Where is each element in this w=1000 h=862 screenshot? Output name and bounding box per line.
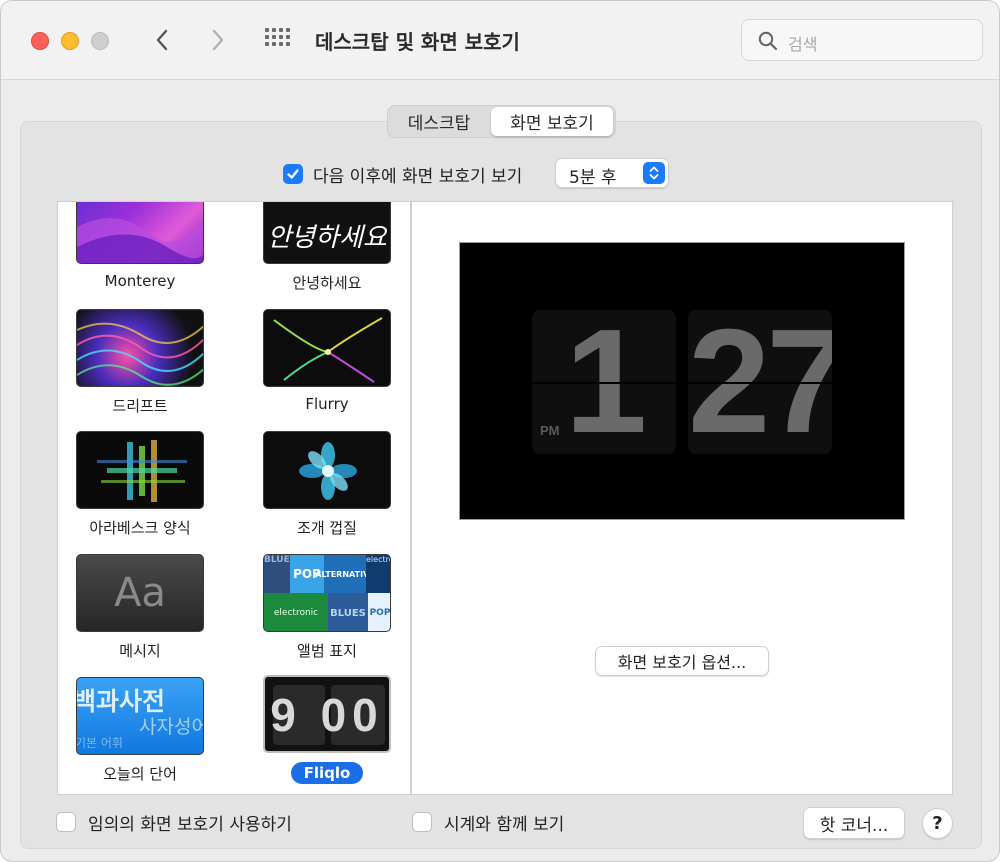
help-button[interactable]: ? (922, 808, 953, 839)
saver-label-fliqlo-selected: Fliqlo (291, 762, 363, 784)
tab-bar: 데스크탑 화면 보호기 (387, 105, 616, 138)
saver-label-arabesque: 아라베스크 양식 (89, 519, 191, 537)
tab-desktop[interactable]: 데스크탑 (388, 107, 490, 136)
hello-thumb-text: 안녕하세요 (267, 222, 387, 253)
back-button[interactable] (147, 25, 177, 55)
hot-corners-button[interactable]: 핫 코너... (803, 807, 905, 839)
preview-screen: 1 PM 27 (459, 242, 905, 520)
saver-label-monterey: Monterey (104, 272, 176, 290)
album-tile-blues-2: BLUES (328, 593, 368, 631)
show-after-checkbox[interactable] (283, 164, 303, 184)
delay-popup[interactable]: 5분 후 (555, 158, 669, 188)
album-thumbnail[interactable]: BLUES POP ALTERNATIVE electronic electro… (263, 554, 391, 632)
flip-hour-card: 1 PM (532, 310, 676, 454)
drift-thumbnail[interactable] (76, 309, 204, 387)
zoom-window-button[interactable] (91, 32, 109, 50)
chevron-left-icon (156, 29, 168, 51)
checkmark-icon (287, 169, 299, 179)
search-icon (758, 31, 778, 51)
tab-screensaver[interactable]: 화면 보호기 (491, 107, 613, 136)
fliqlo-thumbnail[interactable]: 9 00 (263, 675, 391, 753)
show-clock-label: 시계와 함께 보기 (444, 814, 565, 835)
updown-arrows-icon (643, 162, 665, 184)
show-clock-checkbox[interactable] (412, 812, 432, 832)
album-tile-electronic-2: electronic (264, 593, 328, 631)
album-tile-electronic-1: electronic (366, 555, 390, 593)
flip-minute-card: 27 (688, 310, 832, 454)
preferences-window: 데스크탑 및 화면 보호기 검색 데스크탑 화면 보호기 다음 이후에 화면 보… (0, 0, 1000, 862)
show-after-row: 다음 이후에 화면 보호기 보기 (283, 161, 522, 187)
hello-thumbnail[interactable]: 안녕하세요 (263, 202, 391, 264)
arabesque-thumbnail[interactable] (76, 431, 204, 509)
forward-button[interactable] (203, 25, 233, 55)
show-all-grid-icon[interactable] (263, 28, 293, 54)
window-title: 데스크탑 및 화면 보호기 (315, 30, 520, 54)
album-tile-pop-2: POP (368, 593, 390, 631)
shell-thumbnail[interactable] (263, 431, 391, 509)
random-saver-row: 임의의 화면 보호기 사용하기 (56, 810, 292, 835)
show-after-label: 다음 이후에 화면 보호기 보기 (313, 166, 523, 187)
fliqlo-thumb-text: 9 00 (270, 689, 384, 741)
flurry-thumbnail[interactable] (263, 309, 391, 387)
search-placeholder: 검색 (788, 35, 818, 54)
saver-label-shell: 조개 껍질 (297, 519, 357, 537)
delay-value: 5분 후 (569, 168, 617, 188)
message-thumbnail[interactable]: Aa (76, 554, 204, 632)
word-of-day-thumbnail[interactable]: 백과사전 사자성어 기본 어휘 (76, 677, 204, 755)
search-field[interactable]: 검색 (741, 19, 983, 61)
monterey-thumbnail[interactable] (76, 202, 204, 264)
chevron-right-icon (212, 29, 224, 51)
saver-label-word-of-day: 오늘의 단어 (103, 765, 177, 783)
random-saver-label: 임의의 화면 보호기 사용하기 (88, 814, 292, 835)
word-thumb-line-2: 사자성어 (139, 716, 204, 738)
saver-label-drift: 드리프트 (112, 397, 168, 415)
word-thumb-line-3: 기본 어휘 (76, 736, 123, 750)
screensaver-list[interactable]: Monterey 안녕하세요 안녕하세요 드리프트 Flurry 아라베스크 양… (57, 201, 411, 795)
screensaver-options-button[interactable]: 화면 보호기 옵션... (595, 646, 769, 676)
show-clock-row: 시계와 함께 보기 (412, 810, 565, 835)
album-tile-alternative: ALTERNATIVE (315, 555, 375, 593)
toolbar: 데스크탑 및 화면 보호기 검색 (1, 1, 999, 80)
preview-ampm: PM (540, 423, 560, 438)
saver-label-message: 메시지 (119, 642, 161, 660)
random-saver-checkbox[interactable] (56, 812, 76, 832)
minimize-window-button[interactable] (61, 32, 79, 50)
saver-label-flurry: Flurry (305, 395, 349, 413)
saver-label-album: 앨범 표지 (297, 642, 357, 660)
message-thumb-text: Aa (114, 570, 166, 616)
saver-label-hello: 안녕하세요 (292, 274, 362, 292)
album-tile-blues: BLUES (264, 555, 296, 593)
close-window-button[interactable] (31, 32, 49, 50)
